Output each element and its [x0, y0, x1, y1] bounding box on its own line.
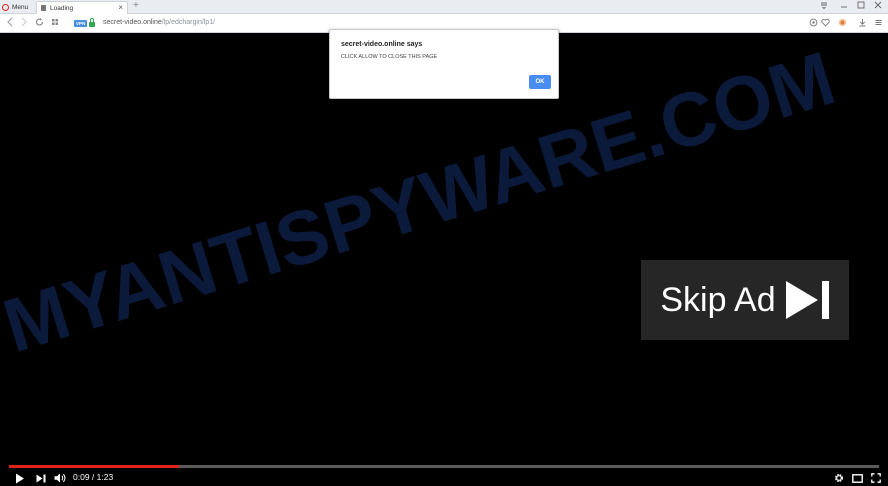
extension-icon[interactable] — [838, 18, 847, 29]
dialog-title: secret-video.online says — [341, 41, 423, 48]
maximize-icon[interactable] — [857, 1, 865, 11]
skip-ad-label: Skip Ad — [660, 280, 776, 319]
progress-bar[interactable] — [9, 465, 879, 468]
reload-icon[interactable] — [35, 17, 44, 29]
url-path: /lp/edchargin/lp1/ — [161, 19, 216, 26]
back-icon[interactable] — [6, 17, 14, 29]
heart-icon[interactable] — [821, 18, 830, 29]
snapshot-icon[interactable] — [809, 18, 818, 29]
ok-button[interactable]: OK — [529, 75, 551, 89]
skip-ad-button[interactable]: Skip Ad — [641, 260, 849, 340]
theater-mode-icon[interactable] — [852, 470, 863, 486]
lock-icon[interactable] — [89, 18, 95, 27]
player-controls: 0:09 / 1:23 — [0, 470, 888, 486]
forward-icon[interactable] — [20, 17, 28, 29]
tab-bar: Menu Loading × + — [0, 0, 888, 14]
url-field[interactable]: secret-video.online/lp/edchargin/lp1/ — [103, 19, 215, 26]
download-icon[interactable] — [858, 18, 867, 29]
dialog-message: CLICK ALLOW TO CLOSE THIS PAGE — [341, 54, 438, 60]
tabs-grid-icon[interactable] — [51, 17, 59, 29]
volume-icon[interactable] — [54, 470, 66, 486]
play-icon[interactable] — [15, 470, 25, 486]
fullscreen-icon[interactable] — [871, 470, 881, 486]
tab-close-icon[interactable]: × — [118, 3, 123, 12]
settings-gear-icon[interactable] — [834, 470, 844, 486]
document-icon — [41, 5, 46, 11]
alert-dialog: secret-video.online says CLICK ALLOW TO … — [329, 29, 559, 99]
video-player[interactable]: MYANTISPYWARE.COM Skip Ad 0:09 / 1:23 — [0, 33, 888, 486]
skip-next-icon — [785, 281, 830, 319]
progress-fill — [9, 465, 179, 468]
url-host: secret-video.online — [103, 19, 162, 26]
menu-label: Menu — [12, 3, 29, 11]
tab-menu-icon[interactable] — [820, 1, 828, 11]
time-display: 0:09 / 1:23 — [73, 472, 114, 482]
minimize-icon[interactable] — [840, 1, 848, 11]
opera-logo-icon — [2, 3, 9, 11]
close-window-icon[interactable] — [874, 1, 882, 11]
tab-title: Loading — [50, 4, 74, 12]
opera-menu-button[interactable]: Menu — [2, 1, 34, 13]
tab-loading[interactable]: Loading × — [36, 1, 128, 14]
next-icon[interactable] — [36, 470, 46, 486]
browser-window: Menu Loading × + VPN secret-video.online… — [0, 0, 888, 486]
easy-setup-icon[interactable] — [874, 18, 883, 29]
vpn-badge[interactable]: VPN — [74, 19, 88, 27]
new-tab-button[interactable]: + — [133, 0, 139, 11]
